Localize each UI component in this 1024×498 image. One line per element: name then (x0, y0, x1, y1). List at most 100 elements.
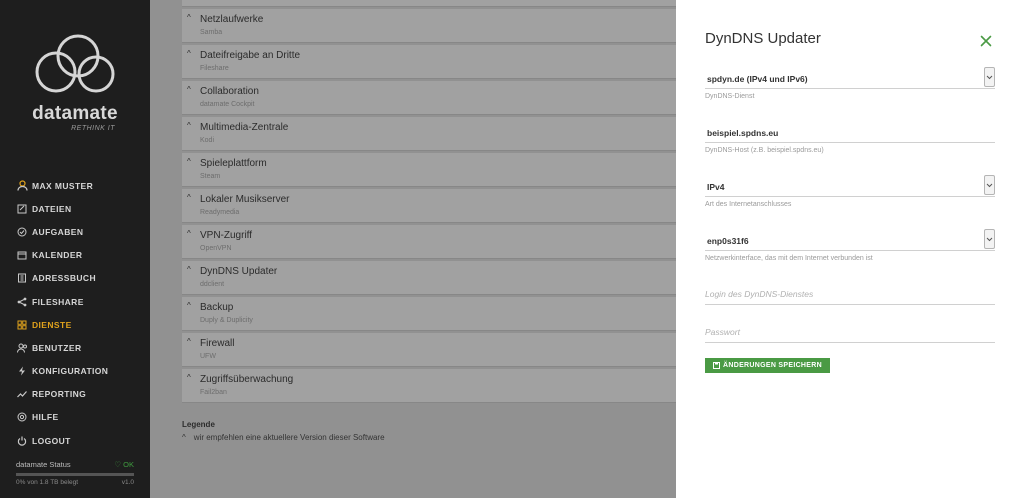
panel-title: DynDNS Updater (705, 30, 821, 47)
sidebar-item-kalender[interactable]: KALENDER (16, 244, 146, 267)
service-subtitle: Duply & Duplicity (200, 317, 253, 324)
service-row[interactable]: ^ Collaboration datamate Cockpit (182, 81, 688, 115)
service-name: Lokaler Musikserver (200, 194, 290, 205)
service-name: Collaboration (200, 86, 259, 97)
storage-usage-bar (16, 473, 134, 476)
close-button[interactable] (980, 34, 994, 48)
legend: Legende ^ wir empfehlen eine aktuellere … (182, 420, 385, 442)
sidebar-item-label: LOGOUT (32, 435, 71, 446)
dyndns-host-field[interactable]: beispiel.spdns.eu DynDNS-Host (z.B. beis… (705, 121, 995, 154)
login-input[interactable] (705, 283, 995, 305)
chevron-up-icon: ^ (187, 13, 191, 22)
sidebar: datamate RETHINK IT MAX MUSTER DATEIEN A… (0, 0, 150, 498)
field-hint: Art des Internetanschlusses (705, 201, 792, 208)
service-subtitle: ddclient (200, 281, 225, 288)
service-subtitle: Readymedia (200, 209, 240, 216)
close-icon (980, 35, 992, 47)
sidebar-item-label: REPORTING (32, 389, 87, 400)
power-icon (16, 435, 28, 447)
sidebar-item-logout[interactable]: LOGOUT (16, 429, 146, 452)
service-row[interactable]: ^ Firewall UFW (182, 333, 688, 367)
status-label: datamate Status (16, 460, 71, 469)
share-icon (16, 296, 28, 308)
sidebar-item-dienste[interactable]: DIENSTE (16, 313, 146, 336)
chevron-up-icon: ^ (187, 301, 191, 310)
legend-title: Legende (182, 420, 215, 429)
chevron-up-icon: ^ (187, 157, 191, 166)
dropdown-button[interactable] (984, 229, 995, 249)
password-input[interactable] (705, 321, 995, 343)
sidebar-item-fileshare[interactable]: FILESHARE (16, 290, 146, 313)
chevron-up-icon: ^ (187, 193, 191, 202)
heart-icon: ♡ (114, 460, 122, 469)
sidebar-item-label: MAX MUSTER (32, 180, 94, 191)
legend-item-text: wir empfehlen eine aktuellere Version di… (193, 433, 385, 442)
chevron-up-icon: ^ (187, 337, 191, 346)
status-ok-badge: ♡ OK (114, 460, 134, 469)
sidebar-item-label: KONFIGURATION (32, 366, 109, 377)
service-row[interactable]: ^ Backup Duply & Duplicity (182, 297, 688, 331)
chart-icon (16, 388, 28, 400)
service-row[interactable]: ^ VPN-Zugriff OpenVPN (182, 225, 688, 259)
service-row[interactable]: ^ Spieleplattform Steam (182, 153, 688, 187)
sidebar-nav: MAX MUSTER DATEIEN AUFGABEN KALENDER ADR… (16, 174, 146, 452)
logo-subtitle: RETHINK IT (71, 125, 115, 132)
config-icon (16, 365, 28, 377)
sidebar-item-dateien[interactable]: DATEIEN (16, 197, 146, 220)
sidebar-item-aufgaben[interactable]: AUFGABEN (16, 220, 146, 243)
service-subtitle: datamate Cockpit (200, 101, 255, 108)
service-subtitle: Samba (200, 29, 223, 36)
service-name: Firewall (200, 338, 235, 349)
select-value: IPv4 (707, 182, 725, 192)
sidebar-item-hilfe[interactable]: HILFE (16, 406, 146, 429)
service-name: Backup (200, 302, 234, 313)
chevron-up-icon: ^ (187, 121, 191, 130)
dyndns-service-select[interactable]: spdyn.de (IPv4 und IPv6) DynDNS-Dienst (705, 67, 995, 100)
service-row[interactable]: ^ Multimedia-Zentrale Kodi (182, 117, 688, 151)
dropdown-button[interactable] (984, 175, 995, 195)
connection-type-select[interactable]: IPv4 Art des Internetanschlusses (705, 175, 995, 208)
service-name: DynDNS Updater (200, 266, 278, 277)
sidebar-item-label: DIENSTE (32, 319, 72, 330)
chevron-up-icon: ^ (187, 85, 191, 94)
service-subtitle: UFW (200, 353, 216, 360)
network-interface-select[interactable]: enp0s31f6 Netzwerkinterface, das mit dem… (705, 229, 995, 262)
sidebar-item-max-muster[interactable]: MAX MUSTER (16, 174, 146, 197)
sidebar-item-label: KALENDER (32, 250, 83, 261)
field-value: beispiel.spdns.eu (707, 128, 779, 138)
service-row[interactable]: ^ Netzlaufwerke Samba (182, 9, 688, 43)
service-subtitle: OpenVPN (200, 245, 232, 252)
chevron-down-icon (986, 183, 993, 187)
service-row[interactable]: ^ DynDNS Updater ddclient (182, 261, 688, 295)
service-subtitle: Fail2ban (200, 389, 227, 396)
service-name: Netzlaufwerke (200, 14, 264, 25)
chevron-down-icon (986, 237, 993, 241)
services-icon (16, 319, 28, 331)
service-row[interactable]: ^ Dateifreigabe an Dritte Fileshare (182, 45, 688, 79)
sidebar-item-adressbuch[interactable]: ADRESSBUCH (16, 267, 146, 290)
sidebar-item-benutzer[interactable]: BENUTZER (16, 336, 146, 359)
user-icon (16, 180, 28, 192)
field-hint: DynDNS-Host (z.B. beispiel.spdns.eu) (705, 147, 824, 154)
login-field-wrapper (705, 283, 995, 305)
save-changes-button[interactable]: ÄNDERUNGEN SPEICHERN (705, 358, 830, 373)
service-name: Dateifreigabe an Dritte (200, 50, 301, 61)
version-text: v1.0 (121, 479, 134, 486)
status-ok-text: OK (123, 460, 134, 469)
users-icon (16, 342, 28, 354)
chevron-up-icon: ^ (187, 229, 191, 238)
service-name: Zugriffsüberwachung (200, 374, 294, 385)
cloud-logo-icon (35, 34, 115, 93)
service-name: Spieleplattform (200, 158, 267, 169)
service-row-partial (182, 0, 682, 7)
dropdown-button[interactable] (984, 67, 995, 87)
service-row[interactable]: ^ Zugriffsüberwachung Fail2ban (182, 369, 688, 403)
datamate-logo: datamate RETHINK IT (30, 30, 120, 132)
sidebar-item-reporting[interactable]: REPORTING (16, 383, 146, 406)
sidebar-item-label: DATEIEN (32, 203, 72, 214)
service-row[interactable]: ^ Lokaler Musikserver Readymedia (182, 189, 688, 223)
sidebar-item-label: BENUTZER (32, 342, 82, 353)
service-subtitle: Fileshare (200, 65, 229, 72)
sidebar-item-konfiguration[interactable]: KONFIGURATION (16, 360, 146, 383)
services-list: ^ Netzlaufwerke Samba ^ Dateifreigabe an… (150, 0, 688, 498)
